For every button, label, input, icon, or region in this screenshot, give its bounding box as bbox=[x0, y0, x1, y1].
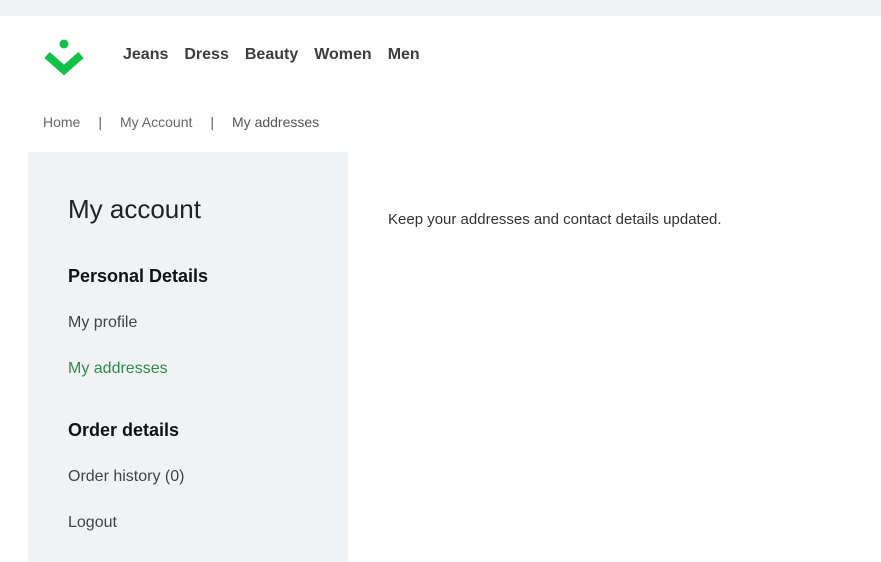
breadcrumb-home[interactable]: Home bbox=[43, 114, 80, 130]
order-details-heading: Order details bbox=[68, 420, 180, 440]
top-strip bbox=[0, 0, 881, 16]
site-header: Jeans Dress Beauty Women Men bbox=[0, 16, 881, 96]
addresses-description: Keep your addresses and contact details … bbox=[388, 211, 722, 228]
sidebar-title: My account bbox=[68, 194, 201, 224]
nav-item-women[interactable]: Women bbox=[314, 46, 371, 64]
breadcrumb-current: My addresses bbox=[232, 114, 320, 130]
sidebar-link-logout[interactable]: Logout bbox=[68, 514, 117, 532]
personal-details-heading: Personal Details bbox=[68, 266, 209, 286]
sidebar-link-my-addresses[interactable]: My addresses bbox=[68, 360, 168, 378]
account-sidebar: My account Personal Details My profile M… bbox=[28, 152, 348, 562]
breadcrumb: Home | My Account | My addresses bbox=[43, 114, 319, 130]
main-nav: Jeans Dress Beauty Women Men bbox=[123, 46, 420, 64]
breadcrumb-separator: | bbox=[210, 114, 215, 130]
sidebar-link-my-profile[interactable]: My profile bbox=[68, 314, 137, 332]
nav-item-men[interactable]: Men bbox=[388, 46, 420, 64]
breadcrumb-separator: | bbox=[98, 114, 102, 130]
nav-item-jeans[interactable]: Jeans bbox=[123, 46, 168, 64]
sidebar-link-order-history[interactable]: Order history (0) bbox=[68, 468, 184, 486]
nav-item-dress[interactable]: Dress bbox=[184, 46, 228, 64]
nav-item-beauty[interactable]: Beauty bbox=[245, 46, 298, 64]
breadcrumb-my-account[interactable]: My Account bbox=[120, 114, 192, 130]
brand-logo-icon[interactable] bbox=[43, 39, 85, 79]
